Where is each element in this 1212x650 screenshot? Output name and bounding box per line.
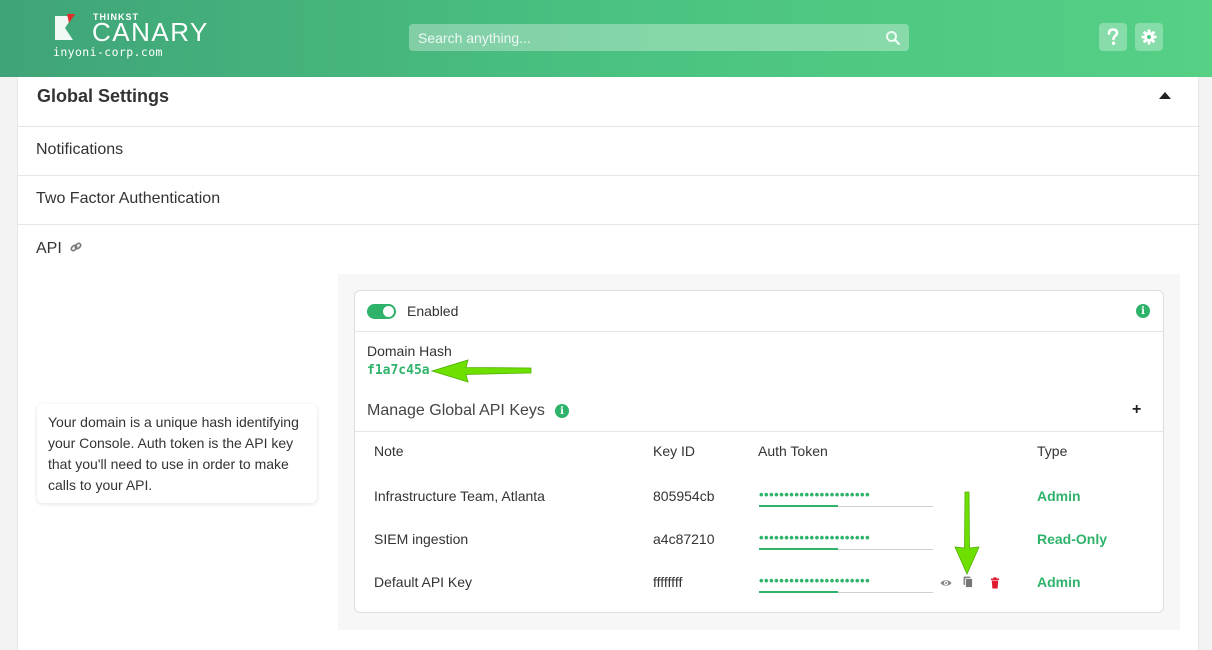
- auth-token-field[interactable]: ••••••••••••••••••••••: [759, 487, 933, 507]
- settings-button[interactable]: [1135, 23, 1163, 51]
- auth-token-field[interactable]: ••••••••••••••••••••••: [759, 530, 933, 550]
- key-type: Admin: [1037, 574, 1081, 590]
- collapse-caret-icon[interactable]: [1159, 92, 1171, 99]
- add-api-key-button[interactable]: +: [1132, 401, 1141, 419]
- info-icon[interactable]: i: [555, 404, 569, 418]
- link-icon[interactable]: [70, 241, 82, 253]
- key-note: Infrastructure Team, Atlanta: [374, 488, 545, 504]
- enabled-label: Enabled: [407, 303, 459, 319]
- api-card: Enabled i Domain Hash f1a7c45a Manage Gl…: [354, 290, 1164, 613]
- column-header-type: Type: [1037, 443, 1068, 459]
- section-notifications[interactable]: Notifications: [18, 127, 1200, 176]
- api-enabled-toggle[interactable]: [367, 304, 396, 319]
- key-note: Default API Key: [374, 574, 473, 590]
- global-settings-header[interactable]: Global Settings: [18, 77, 1200, 127]
- section-label: API: [36, 240, 62, 257]
- api-settings-area: Enabled i Domain Hash f1a7c45a Manage Gl…: [338, 274, 1180, 630]
- key-note: SIEM ingestion: [374, 531, 469, 547]
- key-type: Admin: [1037, 488, 1081, 504]
- section-label: Two Factor Authentication: [36, 190, 221, 207]
- eye-icon[interactable]: [940, 577, 952, 589]
- page-title: Global Settings: [37, 86, 170, 106]
- key-id: ffffffff: [653, 574, 683, 590]
- api-enabled-row: Enabled i: [355, 291, 1163, 332]
- key-type: Read-Only: [1037, 531, 1108, 547]
- annotation-arrow-down-icon: [954, 491, 980, 575]
- annotation-arrow-left-icon: [430, 359, 532, 383]
- domain-hash-label: Domain Hash: [367, 343, 452, 359]
- global-settings-panel: Global Settings Notifications Two Factor…: [17, 77, 1200, 650]
- section-label: Notifications: [36, 141, 124, 158]
- top-bar: THINKST CANARY inyoni-corp.com: [0, 0, 1212, 77]
- key-id: 805954cb: [653, 488, 715, 504]
- canary-logo-icon: [55, 14, 75, 40]
- question-icon: [1107, 28, 1119, 45]
- console-domain: inyoni-corp.com: [53, 45, 163, 59]
- api-keys-table: [355, 431, 1163, 432]
- info-icon[interactable]: i: [1136, 304, 1150, 318]
- column-header-auth-token: Auth Token: [758, 443, 828, 459]
- search-icon[interactable]: [885, 30, 901, 46]
- api-help-tooltip: Your domain is a unique hash identifying…: [37, 404, 317, 503]
- column-header-key-id: Key ID: [653, 443, 696, 459]
- column-header-note: Note: [374, 443, 404, 459]
- key-id: a4c87210: [653, 531, 715, 547]
- gear-icon: [1141, 29, 1157, 45]
- domain-hash-value: f1a7c45a: [367, 363, 430, 378]
- help-button[interactable]: [1099, 23, 1127, 51]
- auth-token-field[interactable]: ••••••••••••••••••••••: [759, 573, 933, 593]
- copy-icon[interactable]: [962, 576, 974, 588]
- section-two-factor[interactable]: Two Factor Authentication: [18, 176, 1200, 225]
- search-input[interactable]: [409, 24, 909, 51]
- manage-api-keys-title: Manage Global API Keys: [367, 402, 545, 419]
- brand-name: CANARY: [92, 17, 209, 47]
- trash-icon[interactable]: [989, 577, 1001, 589]
